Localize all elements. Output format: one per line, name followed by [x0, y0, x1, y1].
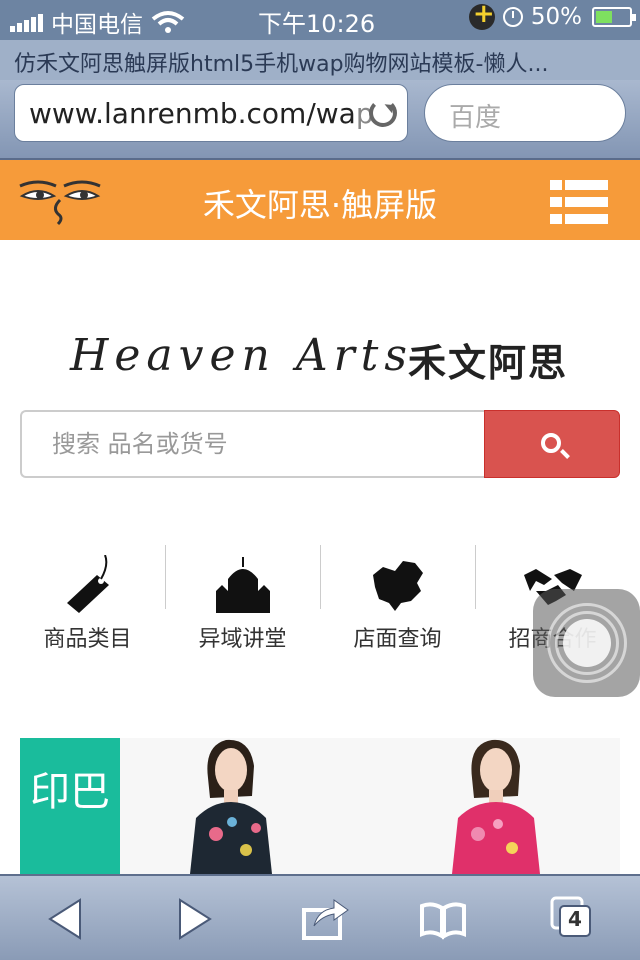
battery-icon — [592, 7, 636, 27]
nav-label: 异域讲堂 — [198, 627, 287, 652]
map-icon — [372, 561, 423, 611]
nav-item-categories[interactable]: 商品类目 — [10, 545, 165, 660]
menu-list-icon[interactable] — [550, 180, 608, 226]
back-arrow-icon[interactable] — [44, 894, 94, 944]
site-header: 禾文阿思·触屏版 — [0, 160, 640, 240]
assistive-touch-button[interactable] — [533, 589, 640, 697]
site-title: 禾文阿思·触屏版 — [202, 186, 438, 224]
nav-item-lectures[interactable]: 异域讲堂 — [165, 545, 320, 660]
tabs-button[interactable]: 4 — [548, 894, 598, 944]
product-image[interactable] — [120, 738, 370, 874]
status-bar: 中国电信 下午10:26 50% — [0, 0, 640, 40]
brand-chinese: 禾文阿思 — [408, 341, 569, 385]
battery-percent: 50% — [530, 4, 582, 30]
browser-search-field[interactable]: 百度 — [424, 84, 626, 142]
bookmarks-icon[interactable] — [418, 894, 468, 944]
reload-icon[interactable] — [369, 99, 397, 127]
browser-toolbar: 4 — [0, 874, 640, 960]
signal-icon — [10, 12, 43, 32]
browser-url-bar: www.lanrenmb.com/wap 百度 — [0, 80, 640, 160]
nav-label: 商品类目 — [43, 627, 132, 652]
region-tag[interactable]: 印巴 — [20, 738, 120, 874]
page-title: 仿禾文阿思触屏版html5手机wap购物网站模板-懒人... — [0, 40, 640, 80]
clock-time: 下午10:26 — [258, 10, 376, 38]
search-icon — [541, 433, 561, 453]
carrier-label: 中国电信 — [51, 12, 143, 38]
app-notification-icon — [468, 0, 495, 30]
tag-icon — [66, 555, 109, 613]
temple-icon — [215, 557, 270, 613]
nav-label: 店面查询 — [353, 627, 442, 652]
search-input[interactable] — [20, 410, 486, 478]
brand-english: Heaven Arts — [70, 330, 413, 381]
nav-item-store-locator[interactable]: 店面查询 — [320, 545, 475, 660]
url-text: www.lanrenmb.com/wa — [29, 97, 356, 130]
alarm-icon — [502, 7, 523, 27]
featured-products: 印巴 — [20, 738, 620, 874]
tab-count: 4 — [568, 907, 582, 931]
share-icon[interactable] — [300, 894, 350, 944]
product-image[interactable] — [370, 738, 620, 874]
search-button[interactable] — [484, 410, 620, 478]
brand-logo: Heaven Arts 禾文阿思 — [70, 330, 580, 390]
forward-arrow-icon[interactable] — [170, 894, 220, 944]
address-field[interactable]: www.lanrenmb.com/wap — [14, 84, 408, 142]
product-search — [20, 410, 620, 478]
wifi-icon — [151, 11, 185, 33]
